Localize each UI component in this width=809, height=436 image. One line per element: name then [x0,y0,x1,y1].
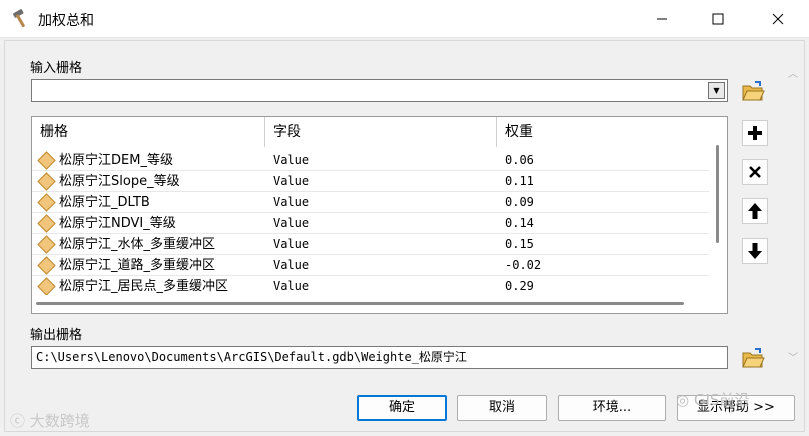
title-bar: 加权总和 [0,0,809,38]
table-row[interactable]: 松原宁江_水体_多重缓冲区 Value 0.15 [32,234,709,255]
open-folder-icon [742,81,765,101]
minimize-icon [657,18,667,20]
field-cell[interactable]: Value [273,150,309,171]
weight-cell[interactable]: 0.11 [505,171,534,192]
move-up-icon [748,203,762,219]
remove-button[interactable] [742,159,768,185]
dialog-body: 输入栅格 ▼ 栅格 字段 权重 松原宁江DEM_等级 Value 0.06 松原… [4,40,805,432]
watermark-wechat-icon: ◎ [676,391,690,409]
raster-layer-icon [37,277,56,296]
raster-cell: 松原宁江_道路_多重缓冲区 [37,255,216,276]
open-folder-icon [742,348,765,368]
watermark-right-text: GIS前沿 [693,391,750,409]
move-down-icon [748,243,762,259]
add-button[interactable] [742,120,768,146]
add-icon [748,126,762,140]
field-cell[interactable]: Value [273,213,309,234]
close-icon [772,13,784,25]
raster-layer-icon [37,235,56,254]
browse-output-button[interactable] [740,345,766,371]
weight-cell[interactable]: -0.02 [505,255,541,276]
column-header-raster[interactable]: 栅格 [32,117,265,147]
chevron-down-icon: ▼ [713,86,720,95]
raster-cell: 松原宁江_居民点_多重缓冲区 [37,276,229,297]
raster-cell: 松原宁江_水体_多重缓冲区 [37,234,216,255]
input-raster-combo[interactable]: ▼ [31,79,728,102]
raster-name: 松原宁江_居民点_多重缓冲区 [59,279,229,294]
raster-layer-icon [37,151,56,170]
raster-name: 松原宁江DEM_等级 [59,153,173,168]
ok-button[interactable]: 确定 [357,395,447,421]
cancel-button[interactable]: 取消 [457,395,547,421]
raster-name: 松原宁江_道路_多重缓冲区 [59,258,216,273]
raster-weight-table: 栅格 字段 权重 松原宁江DEM_等级 Value 0.06 松原宁江Slope… [31,116,728,314]
output-raster-field[interactable]: C:\Users\Lenovo\Documents\ArcGIS\Default… [31,346,728,369]
minimize-button[interactable] [636,0,688,38]
raster-layer-icon [37,256,56,275]
field-cell[interactable]: Value [273,234,309,255]
raster-cell: 松原宁江DEM_等级 [37,150,173,171]
raster-layer-icon [37,172,56,191]
table-row[interactable]: 松原宁江DEM_等级 Value 0.06 [32,150,709,171]
dropdown-button[interactable]: ▼ [708,82,725,99]
table-row[interactable]: 松原宁江Slope_等级 Value 0.11 [32,171,709,192]
raster-cell: 松原宁江NDVI_等级 [37,213,176,234]
column-header-weight[interactable]: 权重 [497,117,709,147]
field-cell[interactable]: Value [273,255,309,276]
table-row[interactable]: 松原宁江_道路_多重缓冲区 Value -0.02 [32,255,709,276]
input-raster-label: 输入栅格 [30,61,83,76]
table-row[interactable]: 松原宁江NDVI_等级 Value 0.14 [32,213,709,234]
field-cell[interactable]: Value [273,192,309,213]
hammer-icon [13,9,25,28]
scrollbar-thumb[interactable] [716,145,719,243]
weight-cell[interactable]: 0.14 [505,213,534,234]
maximize-button[interactable] [692,0,744,38]
table-vertical-scrollbar[interactable] [709,117,727,297]
weight-cell[interactable]: 0.06 [505,150,534,171]
output-raster-label: 输出栅格 [30,328,83,343]
move-up-button[interactable] [742,198,768,224]
table-horizontal-scrollbar[interactable] [32,295,709,313]
browse-input-button[interactable] [740,78,766,104]
raster-name: 松原宁江NDVI_等级 [59,216,176,231]
dialog-scrollbar[interactable]: ︿ ﹀ [784,61,802,364]
weight-cell[interactable]: 0.09 [505,192,534,213]
watermark-right: ◎ GIS前沿 [676,389,749,410]
raster-name: 松原宁江Slope_等级 [59,174,180,189]
environments-button[interactable]: 环境... [558,395,666,421]
table-row[interactable]: 松原宁江_DLTB Value 0.09 [32,192,709,213]
move-down-button[interactable] [742,238,768,264]
raster-cell: 松原宁江_DLTB [37,192,150,213]
watermark-logo-icon: ⓒ [10,412,26,430]
maximize-icon [712,13,724,25]
raster-layer-icon [37,214,56,233]
watermark-left-text: 大数跨境 [29,412,90,430]
column-header-field[interactable]: 字段 [265,117,497,147]
raster-name: 松原宁江_DLTB [59,195,150,210]
field-cell[interactable]: Value [273,171,309,192]
raster-layer-icon [37,193,56,212]
watermark-left: ⓒ 大数跨境 [10,410,90,431]
weight-cell[interactable]: 0.15 [505,234,534,255]
remove-icon [749,166,761,178]
window-title: 加权总和 [38,13,94,29]
weight-cell[interactable]: 0.29 [505,276,534,297]
scroll-down-icon[interactable]: ﹀ [786,349,800,364]
scroll-up-icon[interactable]: ︿ [786,65,800,80]
table-row[interactable]: 松原宁江_居民点_多重缓冲区 Value 0.29 [32,276,709,297]
scrollbar-thumb[interactable] [36,302,684,305]
field-cell[interactable]: Value [273,276,309,297]
close-button[interactable] [752,0,804,38]
raster-cell: 松原宁江Slope_等级 [37,171,180,192]
raster-name: 松原宁江_水体_多重缓冲区 [59,237,216,252]
table-header: 栅格 字段 权重 [32,117,709,147]
table-rows: 松原宁江DEM_等级 Value 0.06 松原宁江Slope_等级 Value… [32,150,709,297]
